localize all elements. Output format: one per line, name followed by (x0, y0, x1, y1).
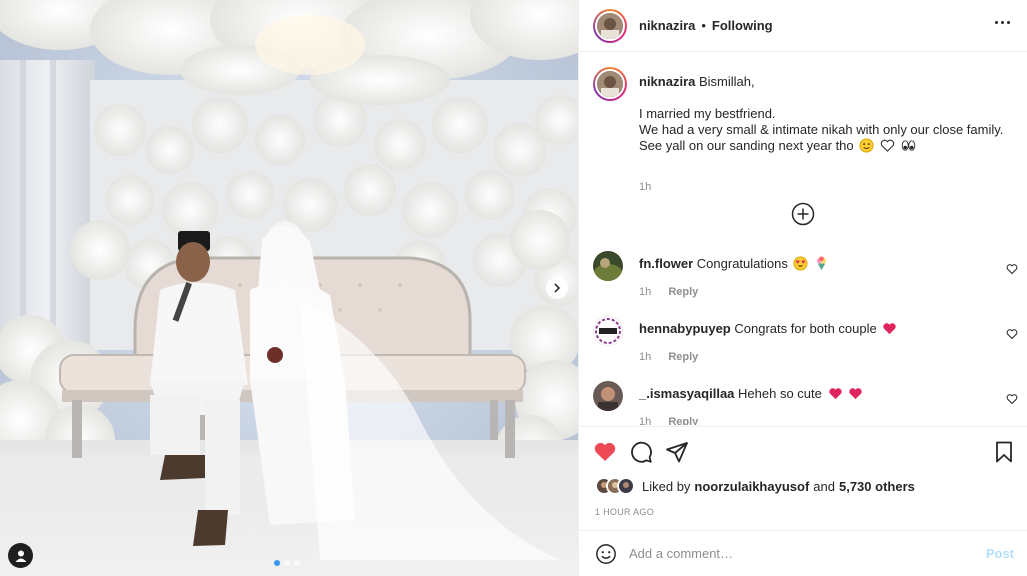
more-options-button[interactable] (995, 17, 1010, 28)
tagged-users-button[interactable] (8, 543, 33, 568)
wedding-photo (0, 0, 578, 576)
slightly-smiling-face-emoji (859, 138, 874, 153)
carousel-indicator (274, 560, 300, 566)
white-heart-emoji (880, 139, 895, 152)
more-icon (995, 21, 998, 24)
liker-avatars[interactable] (595, 477, 635, 495)
comment-icon[interactable] (629, 440, 653, 464)
comment-item: fn.flower Congratulations 1h Reply (593, 251, 1018, 303)
comment-item: _.ismasyaqillaa Heheh so cute 1h Reply (593, 381, 1018, 425)
comment-body: Congratulations (696, 256, 788, 271)
following-button[interactable]: Following (712, 18, 773, 33)
instagram-post: niknazira • Following niknazira Bismilla… (0, 0, 1027, 576)
comment-time: 1h (639, 416, 652, 425)
profile-photo (593, 381, 623, 411)
heart-eyes-emoji (793, 256, 809, 271)
post-photo[interactable] (0, 0, 578, 576)
profile-photo (597, 71, 623, 97)
red-heart-emoji (883, 323, 897, 335)
comment-like-heart-icon[interactable] (1006, 263, 1018, 275)
post-comment-button[interactable]: Post (986, 546, 1014, 561)
comment-text: fn.flower Congratulations (639, 256, 829, 272)
carousel-dot (284, 560, 290, 566)
liker-username[interactable]: noorzulaikhayusof (694, 479, 809, 494)
next-slide-button[interactable] (546, 277, 568, 299)
carousel-dot-active (274, 560, 280, 566)
eyes-emoji (901, 140, 915, 151)
profile-photo (593, 251, 623, 281)
commenter-username[interactable]: _.ismasyaqillaa (639, 386, 734, 401)
caption-line: See yall on our sanding next year tho (639, 138, 854, 153)
commenter-avatar[interactable] (593, 251, 623, 281)
caption-line: I married my bestfriend. (639, 106, 776, 121)
profile-photo (597, 12, 623, 39)
comments-section[interactable]: niknazira Bismillah, I married my bestfr… (579, 53, 1027, 425)
likes-others-link[interactable]: 5,730 others (839, 479, 915, 494)
bouquet-emoji (816, 256, 827, 271)
red-heart-emoji (849, 388, 862, 400)
comment-meta: 1h Reply (639, 286, 698, 298)
comment-text: _.ismasyaqillaa Heheh so cute (639, 386, 863, 402)
commenter-username[interactable]: hennabypuyep (639, 321, 731, 336)
comment-meta: 1h Reply (639, 416, 698, 425)
comment-input[interactable] (629, 546, 969, 561)
add-comment-bar: Post (579, 530, 1027, 576)
post-panel: niknazira • Following niknazira Bismilla… (578, 0, 1027, 576)
comment-meta: 1h Reply (639, 351, 698, 363)
person-icon (15, 550, 26, 562)
reply-button[interactable]: Reply (668, 416, 698, 425)
comment-text: hennabypuyep Congrats for both couple (639, 321, 897, 337)
commenter-avatar[interactable] (593, 381, 623, 411)
caption-line: Bismillah, (698, 74, 755, 89)
emoji-picker-icon[interactable] (595, 543, 617, 565)
post-actions: Liked by noorzulaikhayusof and 5,730 oth… (579, 426, 1027, 530)
comment-item: hennabypuyep Congrats for both couple 1h… (593, 316, 1018, 368)
load-more-comments-button[interactable] (791, 202, 815, 226)
share-icon[interactable] (665, 440, 689, 464)
comment-body: Heheh so cute (738, 386, 822, 401)
author-username[interactable]: niknazira (639, 18, 695, 33)
post-header: niknazira • Following (579, 0, 1027, 52)
likes-summary: Liked by noorzulaikhayusof and 5,730 oth… (595, 477, 915, 495)
comment-like-heart-icon[interactable] (1006, 393, 1018, 405)
caption-line: We had a very small & intimate nikah wit… (639, 122, 1004, 137)
chevron-right-icon (554, 283, 561, 293)
comment-body: Congrats for both couple (734, 321, 877, 336)
likes-prefix: Liked by (642, 478, 691, 494)
reply-button[interactable]: Reply (668, 351, 698, 363)
carousel-dot (294, 560, 300, 566)
like-heart-icon[interactable] (593, 440, 617, 464)
liker-avatar (617, 477, 635, 495)
comment-like-heart-icon[interactable] (1006, 328, 1018, 340)
author-avatar[interactable] (593, 8, 627, 43)
likes-and: and (813, 478, 835, 494)
bookmark-icon[interactable] (992, 440, 1016, 464)
caption-time: 1h (639, 181, 652, 193)
caption-username[interactable]: niknazira (639, 74, 695, 89)
comment-time: 1h (639, 286, 652, 298)
caption-text: niknazira Bismillah, I married my bestfr… (639, 74, 1019, 154)
header-separator: • (701, 18, 706, 33)
commenter-username[interactable]: fn.flower (639, 256, 693, 271)
profile-photo (593, 316, 623, 346)
commenter-avatar[interactable] (593, 316, 623, 346)
caption-author-avatar[interactable] (593, 67, 627, 101)
red-heart-emoji (828, 388, 842, 400)
comment-time: 1h (639, 351, 652, 363)
reply-button[interactable]: Reply (668, 286, 698, 298)
post-timestamp[interactable]: 1 HOUR AGO (595, 507, 654, 517)
